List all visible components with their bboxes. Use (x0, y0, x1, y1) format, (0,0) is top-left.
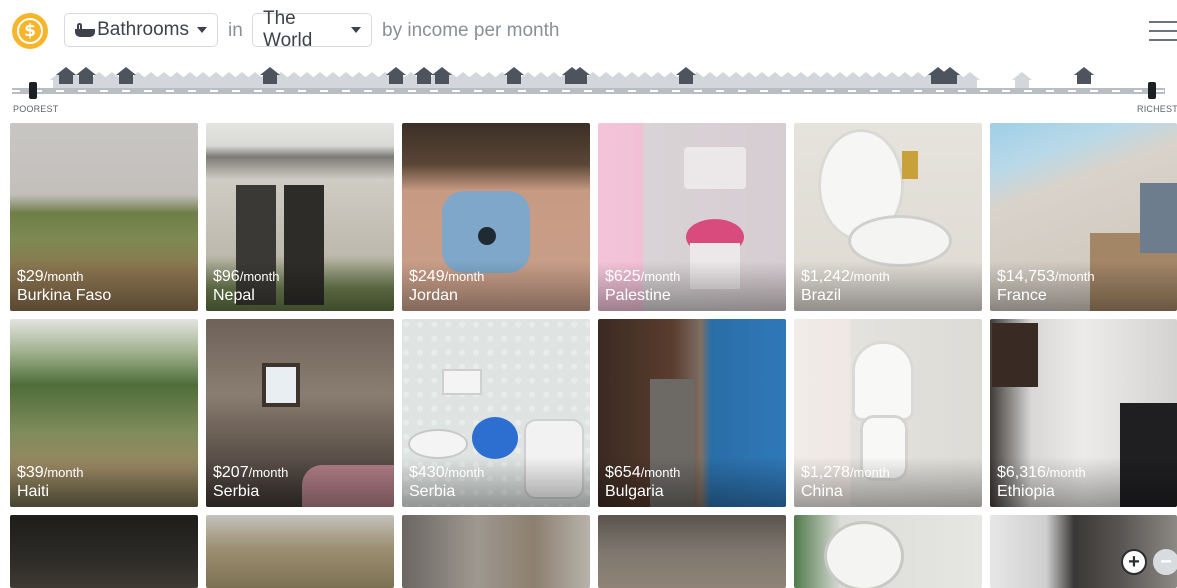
poorest-label: POOREST (13, 104, 59, 114)
photo-tile[interactable]: $29/month Burkina Faso (10, 123, 198, 311)
tile-income: $29/month (17, 268, 84, 285)
tile-income: $1,242/month (801, 268, 890, 285)
tile-country: Brazil (801, 287, 842, 304)
chevron-down-icon (197, 27, 207, 33)
photo-tile[interactable] (10, 515, 198, 588)
photo-tile[interactable]: $1,278/month China (794, 319, 982, 507)
tile-country: Bulgaria (605, 483, 664, 500)
tile-country: Serbia (213, 483, 260, 500)
dollar-street-logo[interactable]: $ (12, 13, 48, 49)
photo-tile[interactable]: $14,753/month France (990, 123, 1177, 311)
photo-tile[interactable]: $207/month Serbia (206, 319, 394, 507)
region-select[interactable]: The World (252, 8, 372, 51)
richest-label: RICHEST (1137, 104, 1177, 114)
region-label: The World (263, 8, 313, 51)
photo-tile[interactable]: $249/month Jordan (402, 123, 590, 311)
tile-country: France (997, 287, 1047, 304)
tile-country: Ethiopia (997, 483, 1055, 500)
income-strip[interactable]: POOREST RICHEST (0, 62, 1177, 118)
photo-tile[interactable] (402, 515, 590, 588)
chevron-down-icon (351, 27, 361, 33)
sort-text: by income per month (382, 20, 560, 41)
tile-country: Haiti (17, 483, 50, 500)
hamburger-menu-icon[interactable] (1149, 21, 1177, 41)
in-text: in (228, 20, 243, 41)
photo-tile[interactable]: $96/month Nepal (206, 123, 394, 311)
tile-country: Burkina Faso (17, 287, 112, 304)
tile-country: China (801, 483, 843, 500)
tile-income: $39/month (17, 464, 84, 481)
tile-income: $625/month (605, 268, 681, 285)
tile-income: $207/month (213, 464, 289, 481)
header: $ Bathrooms in The World by income per m… (0, 0, 1177, 62)
photo-tile[interactable]: $39/month Haiti (10, 319, 198, 507)
tile-country: Nepal (213, 287, 255, 304)
income-track-dashes (12, 90, 1165, 92)
tile-income: $96/month (213, 268, 280, 285)
photo-tile[interactable]: $625/month Palestine (598, 123, 786, 311)
photo-tile[interactable]: $1,242/month Brazil (794, 123, 982, 311)
bathtub-icon (75, 23, 95, 37)
minus-icon: − (1160, 550, 1172, 573)
tile-income: $430/month (409, 464, 485, 481)
zoom-out-button[interactable]: − (1153, 549, 1177, 575)
photo-tile[interactable]: $430/month Serbia (402, 319, 590, 507)
photo-tile[interactable] (794, 515, 982, 588)
plus-icon: + (1128, 550, 1140, 573)
tile-income: $1,278/month (801, 464, 890, 481)
photo-tile[interactable] (206, 515, 394, 588)
zoom-in-button[interactable]: + (1121, 549, 1147, 575)
category-label: Bathrooms (97, 19, 189, 40)
photo-tile[interactable] (598, 515, 786, 588)
category-select[interactable]: Bathrooms (64, 13, 218, 47)
photo-tile[interactable]: $654/month Bulgaria (598, 319, 786, 507)
tile-income: $249/month (409, 268, 485, 285)
tile-country: Jordan (409, 287, 458, 304)
tile-income: $6,316/month (997, 464, 1086, 481)
poorest-handle[interactable] (29, 82, 37, 99)
tile-country: Palestine (605, 287, 671, 304)
tile-income: $654/month (605, 464, 681, 481)
photo-grid: $29/month Burkina Faso $96/month Nepal $… (10, 123, 1177, 588)
tile-income: $14,753/month (997, 268, 1095, 285)
tile-country: Serbia (409, 483, 456, 500)
richest-handle[interactable] (1148, 82, 1156, 99)
photo-tile[interactable]: $6,316/month Ethiopia (990, 319, 1177, 507)
photo-tile[interactable] (990, 515, 1177, 588)
dollar-icon: $ (17, 18, 43, 44)
